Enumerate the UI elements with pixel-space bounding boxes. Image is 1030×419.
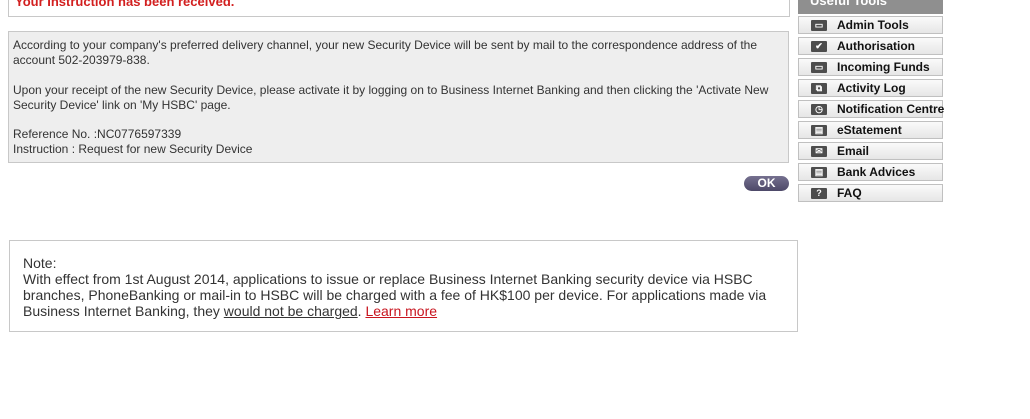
- tool-label: Bank Advices: [837, 165, 916, 179]
- tool-label: Activity Log: [837, 81, 906, 95]
- not-charged-text: would not be charged: [223, 303, 358, 319]
- instruction-value: Request for new Security Device: [78, 142, 253, 156]
- security-device-details: According to your company's preferred de…: [8, 31, 789, 163]
- email-envelope-icon: ✉: [811, 146, 827, 157]
- note-label: Note:: [23, 255, 57, 271]
- reference-label: Reference No. :: [13, 127, 98, 141]
- estatement-icon: ▤: [811, 125, 827, 136]
- instruction-label: Instruction :: [13, 142, 79, 156]
- reference-block: Reference No. :NC0776597339 Instruction …: [13, 127, 783, 157]
- confirmation-box: Your Instruction has been received.: [8, 0, 790, 17]
- note-text: With effect from 1st August 2014, applic…: [23, 271, 793, 319]
- useful-tools-list: ▭ Admin Tools ✔ Authorisation ▭ Incoming…: [798, 16, 945, 205]
- ok-button[interactable]: OK: [744, 176, 789, 191]
- tool-label: Incoming Funds: [837, 60, 930, 74]
- tool-email[interactable]: ✉ Email: [798, 142, 943, 160]
- tool-label: Notification Centre: [837, 102, 945, 116]
- authorisation-check-icon: ✔: [811, 41, 827, 52]
- reference-number: NC0776597339: [97, 127, 182, 141]
- tool-label: FAQ: [837, 186, 862, 200]
- useful-tools-title: Useful Tools: [810, 0, 888, 8]
- tool-incoming-funds[interactable]: ▭ Incoming Funds: [798, 58, 943, 76]
- tool-faq[interactable]: ? FAQ: [798, 184, 943, 202]
- tool-estatement[interactable]: ▤ eStatement: [798, 121, 943, 139]
- tool-label: Email: [837, 144, 870, 158]
- useful-tools-header: Useful Tools: [798, 0, 943, 14]
- delivery-paragraph: According to your company's preferred de…: [13, 38, 757, 67]
- bank-advices-icon: ▤: [811, 167, 827, 178]
- admin-tools-icon: ▭: [811, 20, 827, 31]
- tool-label: Authorisation: [837, 39, 915, 53]
- incoming-funds-icon: ▭: [811, 62, 827, 73]
- tool-authorisation[interactable]: ✔ Authorisation: [798, 37, 943, 55]
- tool-bank-advices[interactable]: ▤ Bank Advices: [798, 163, 943, 181]
- activation-paragraph: Upon your receipt of the new Security De…: [13, 83, 769, 112]
- tool-admin-tools[interactable]: ▭ Admin Tools: [798, 16, 943, 34]
- learn-more-link[interactable]: Learn more: [365, 303, 437, 319]
- notification-clock-icon: ◷: [811, 104, 827, 115]
- fee-note-box: Note: With effect from 1st August 2014, …: [9, 240, 798, 332]
- tool-activity-log[interactable]: ⧉ Activity Log: [798, 79, 943, 97]
- confirmation-title: Your Instruction has been received.: [15, 0, 235, 9]
- tool-notification-centre[interactable]: ◷ Notification Centre: [798, 100, 945, 118]
- tool-label: Admin Tools: [837, 18, 909, 32]
- activity-log-icon: ⧉: [811, 83, 827, 94]
- tool-label: eStatement: [837, 123, 902, 137]
- faq-question-icon: ?: [811, 188, 827, 199]
